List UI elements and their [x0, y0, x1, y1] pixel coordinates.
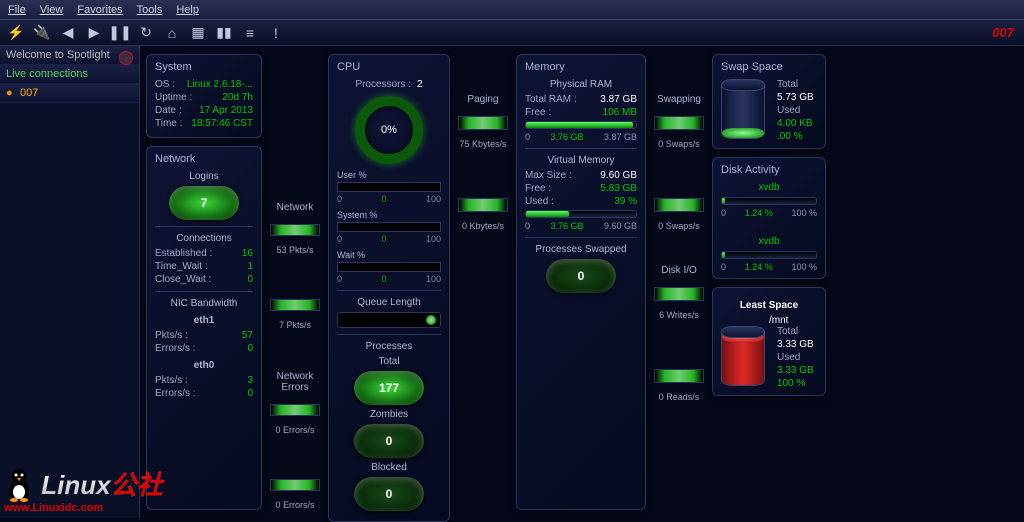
- sidebar-live[interactable]: Live connections: [0, 65, 139, 84]
- sidebar-host[interactable]: 007: [0, 84, 139, 103]
- disk2-bar: [721, 251, 817, 259]
- cpu-wait-meter: [337, 262, 441, 272]
- home-icon[interactable]: ⌂: [164, 25, 180, 41]
- nic-bandwidth-label: NIC Bandwidth: [155, 298, 253, 309]
- logins-label: Logins: [155, 171, 253, 182]
- sparkline-icon: [270, 299, 320, 311]
- flow-swapping: Swapping 0 Swaps/s 0 Swaps/s Disk I/O 6 …: [652, 54, 706, 510]
- disk1-bar: [721, 197, 817, 205]
- phys-ram-bar: [525, 121, 637, 129]
- queue-length-bar: [337, 312, 441, 328]
- grid-icon[interactable]: ▦: [190, 25, 206, 41]
- proc-blocked-indicator[interactable]: 0: [354, 477, 424, 511]
- alert-icon[interactable]: !: [268, 25, 284, 41]
- sparkline-icon: [654, 198, 704, 212]
- fwd-icon[interactable]: ▶: [86, 25, 102, 41]
- list-icon[interactable]: ≡: [242, 25, 258, 41]
- cpu-title: CPU: [337, 61, 441, 73]
- sparkline-icon: [270, 224, 320, 236]
- menubar: File View Favorites Tools Help: [0, 0, 1024, 20]
- sparkline-icon: [270, 404, 320, 416]
- memory-title: Memory: [525, 61, 637, 73]
- panel-network: Network Logins 7 Connections Established…: [146, 146, 262, 510]
- sparkline-icon: [654, 116, 704, 130]
- sparkline-icon: [654, 287, 704, 301]
- cpu-user-meter: [337, 182, 441, 192]
- watermark: Linux公社 www.Linuxidc.com: [4, 465, 163, 514]
- sidebar: Welcome to Spotlight‹ Live connections 0…: [0, 46, 140, 518]
- refresh-icon[interactable]: ↻: [138, 25, 154, 41]
- panel-least-space: Least Space /mnt Total3.33 GB Used3.33 G…: [712, 287, 826, 396]
- flow-paging: Paging 75 Kbytes/s 0 Kbytes/s: [456, 54, 510, 510]
- swap-title: Swap Space: [721, 61, 817, 73]
- connections-label: Connections: [155, 233, 253, 244]
- disk-cylinder-icon: [721, 326, 765, 386]
- menu-file[interactable]: File: [8, 4, 26, 16]
- nic-eth1: eth1: [155, 315, 253, 326]
- collapse-icon[interactable]: ‹: [119, 51, 133, 65]
- sidebar-welcome[interactable]: Welcome to Spotlight‹: [0, 46, 139, 65]
- chart-icon[interactable]: ▮▮: [216, 25, 232, 41]
- penguin-icon: [4, 466, 34, 502]
- logins-indicator[interactable]: 7: [169, 186, 239, 220]
- cpu-donut-chart[interactable]: 0%: [355, 96, 423, 164]
- sparkline-icon: [458, 116, 508, 130]
- back-icon[interactable]: ◀: [60, 25, 76, 41]
- menu-tools[interactable]: Tools: [137, 4, 163, 16]
- plug-icon[interactable]: ⚡: [8, 25, 24, 41]
- nic-eth0: eth0: [155, 360, 253, 371]
- pause-icon[interactable]: ❚❚: [112, 25, 128, 41]
- disk-title: Disk Activity: [721, 164, 817, 176]
- panel-system: System OS :Linux 2.6.18-... Uptime :20d …: [146, 54, 262, 138]
- toolbar: ⚡ 🔌 ◀ ▶ ❚❚ ↻ ⌂ ▦ ▮▮ ≡ ! 007: [0, 20, 1024, 46]
- flow-network: Network 53 Pkts/s 7 Pkts/s Network Error…: [268, 54, 322, 510]
- proc-zombies-indicator[interactable]: 0: [354, 424, 424, 458]
- panel-cpu: CPU Processors :2 0% User % 00100 System…: [328, 54, 450, 522]
- sparkline-icon: [654, 369, 704, 383]
- sparkline-icon: [458, 198, 508, 212]
- menu-help[interactable]: Help: [176, 4, 199, 16]
- cpu-sys-meter: [337, 222, 441, 232]
- plug2-icon[interactable]: 🔌: [34, 25, 50, 41]
- network-title: Network: [155, 153, 253, 165]
- system-title: System: [155, 61, 253, 73]
- host-id: 007: [992, 25, 1014, 40]
- dashboard: System OS :Linux 2.6.18-... Uptime :20d …: [140, 46, 1024, 518]
- menu-view[interactable]: View: [40, 4, 64, 16]
- proc-total-indicator[interactable]: 177: [354, 371, 424, 405]
- swap-cylinder-icon: [721, 79, 765, 139]
- virt-mem-bar: [525, 210, 637, 218]
- panel-memory: Memory Physical RAM Total RAM :3.87 GB F…: [516, 54, 646, 510]
- sparkline-icon: [270, 479, 320, 491]
- panel-disk-activity: Disk Activity xvdb 01.24 %100 % xvdb 01.…: [712, 157, 826, 279]
- menu-favorites[interactable]: Favorites: [77, 4, 122, 16]
- proc-swapped-indicator[interactable]: 0: [546, 259, 616, 293]
- panel-swap-space: Swap Space Total5.73 GB Used4.00 KB .00 …: [712, 54, 826, 149]
